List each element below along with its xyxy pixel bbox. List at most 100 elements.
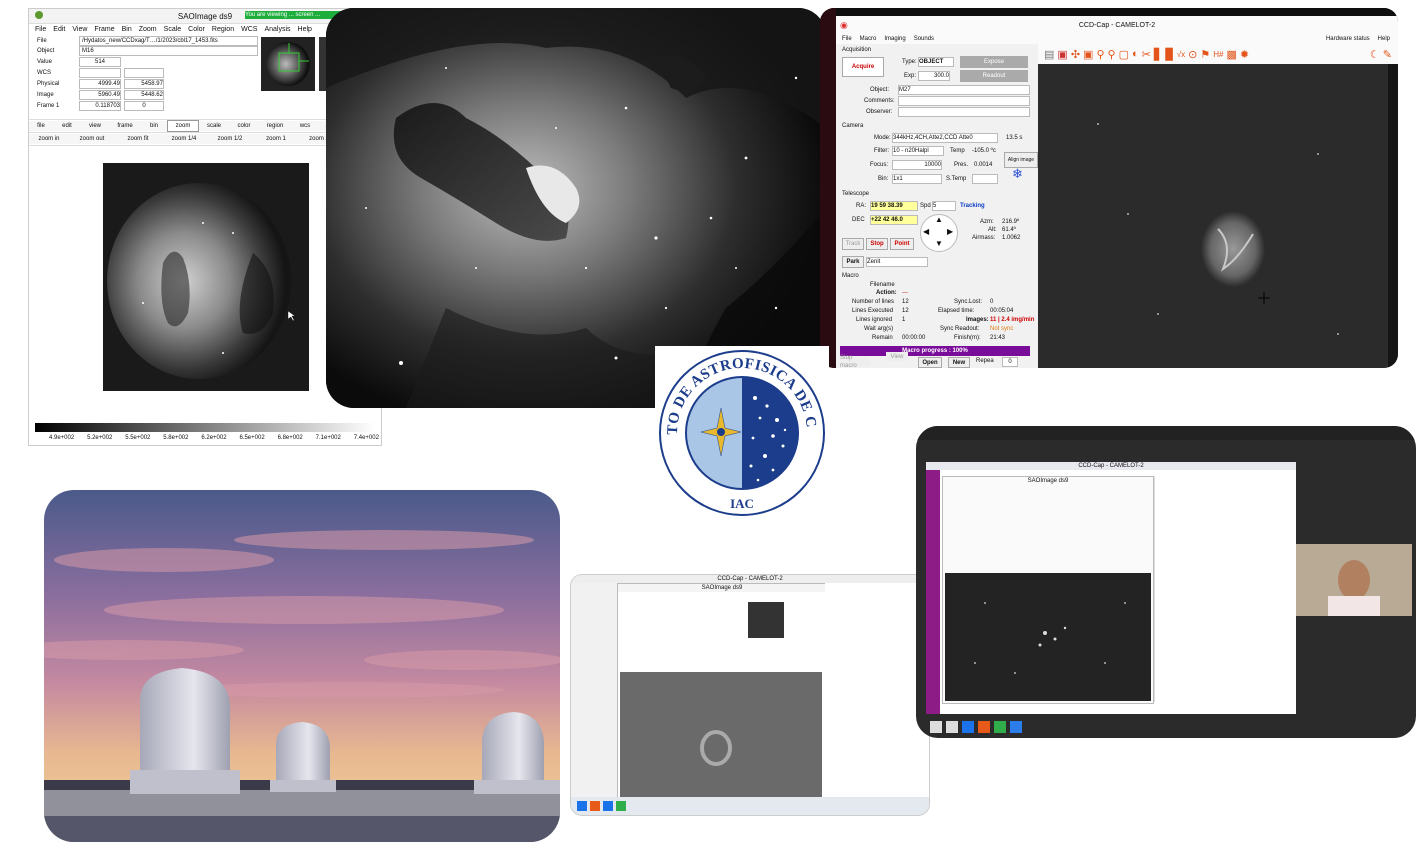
- video-ds9-image[interactable]: [945, 573, 1151, 701]
- btn-bin[interactable]: bin: [141, 121, 167, 131]
- open-icon[interactable]: ▤: [1044, 48, 1054, 61]
- comments-field[interactable]: [898, 96, 1030, 106]
- snowflake-icon[interactable]: ❄: [1012, 167, 1023, 180]
- stop-macro-button[interactable]: Stop macro: [840, 355, 870, 368]
- menu-analysis[interactable]: Analysis: [264, 25, 290, 34]
- menu-bin[interactable]: Bin: [122, 25, 132, 34]
- btn-frame[interactable]: frame: [109, 121, 141, 131]
- pencil-icon[interactable]: ✎: [1383, 48, 1392, 61]
- crosshair-icon[interactable]: ✣: [1071, 48, 1080, 61]
- stop-button[interactable]: Stop: [866, 238, 888, 250]
- direction-pad[interactable]: ▲ ▼ ◀ ▶: [920, 214, 958, 252]
- menu-imaging[interactable]: Imaging: [884, 35, 905, 43]
- save-icon[interactable]: ▣: [1057, 48, 1067, 61]
- repeat-field[interactable]: 0: [1002, 357, 1018, 367]
- menu-file[interactable]: File: [842, 35, 852, 43]
- dock-icon[interactable]: [962, 721, 974, 733]
- btn-zoom-in[interactable]: zoom in: [29, 134, 69, 144]
- expose-button[interactable]: Expose: [960, 56, 1028, 68]
- btn-zoom-1[interactable]: zoom 1: [253, 134, 299, 144]
- menu-macro[interactable]: Macro: [860, 35, 877, 43]
- menu-frame[interactable]: Frame: [94, 25, 114, 34]
- btn-edit[interactable]: edit: [53, 121, 81, 131]
- dec-field[interactable]: +22 42 46.0: [870, 215, 918, 225]
- stats-icon[interactable]: ▉: [1165, 48, 1173, 61]
- acquire-button[interactable]: Acquire: [842, 57, 884, 77]
- menu-edit[interactable]: Edit: [53, 25, 65, 34]
- focus-field[interactable]: 10000: [892, 160, 942, 170]
- object-field[interactable]: M27: [898, 85, 1030, 95]
- taskbar-app-icon[interactable]: [603, 801, 613, 811]
- arrow-right-icon[interactable]: ▶: [947, 228, 953, 236]
- spd-select[interactable]: 5: [932, 201, 956, 211]
- dock-icon[interactable]: [930, 721, 942, 733]
- header-icon[interactable]: H#: [1213, 50, 1223, 59]
- menu-hardware-status[interactable]: Hardware status: [1326, 35, 1370, 43]
- filter-select[interactable]: 10 - n20Halpl: [892, 146, 944, 156]
- menu-region[interactable]: Region: [212, 25, 234, 34]
- moon-icon[interactable]: ☾: [1370, 48, 1380, 61]
- readout-button[interactable]: Readout: [960, 70, 1028, 82]
- btn-color[interactable]: color: [229, 121, 259, 131]
- taskbar-app-icon[interactable]: [616, 801, 626, 811]
- fit-icon[interactable]: ▣: [1083, 48, 1093, 61]
- zenit-select[interactable]: Zenit: [866, 257, 928, 267]
- view-button[interactable]: View: [886, 352, 908, 361]
- mode-select[interactable]: 344kHz,4CH,Atte2,CCD Atte0: [892, 133, 998, 143]
- arrow-left-icon[interactable]: ◀: [923, 228, 929, 236]
- star-burst-icon[interactable]: ✹: [1240, 48, 1249, 61]
- arrow-up-icon[interactable]: ▲: [935, 216, 943, 224]
- region-icon[interactable]: ▢: [1119, 48, 1129, 61]
- ccd-image-view[interactable]: [1038, 64, 1388, 368]
- dock-icon[interactable]: [946, 721, 958, 733]
- menu-help[interactable]: Help: [1378, 35, 1390, 43]
- panner-thumbnail[interactable]: [261, 37, 315, 91]
- btn-zoom-half[interactable]: zoom 1/2: [207, 134, 253, 144]
- close-icon[interactable]: ◉: [840, 20, 848, 30]
- menu-sounds[interactable]: Sounds: [914, 35, 934, 43]
- btn-scale[interactable]: scale: [199, 121, 229, 131]
- ds9-image-frame[interactable]: [103, 163, 309, 391]
- menu-file[interactable]: File: [35, 25, 46, 34]
- dock-icon[interactable]: [994, 721, 1006, 733]
- stemp-field[interactable]: [972, 174, 998, 184]
- dock-icon[interactable]: [978, 721, 990, 733]
- bin-select[interactable]: 1x1: [892, 174, 942, 184]
- menu-color[interactable]: Color: [188, 25, 205, 34]
- cut-icon[interactable]: ✂: [1142, 48, 1151, 61]
- open-button[interactable]: Open: [918, 357, 942, 368]
- histogram-icon[interactable]: ▋: [1154, 48, 1162, 61]
- btn-zoom-out[interactable]: zoom out: [69, 134, 115, 144]
- btn-zoom[interactable]: zoom: [167, 120, 199, 132]
- btn-zoom-quarter[interactable]: zoom 1/4: [161, 134, 207, 144]
- btn-view[interactable]: view: [81, 121, 109, 131]
- menu-wcs[interactable]: WCS: [241, 25, 257, 34]
- btn-wcs[interactable]: wcs: [291, 121, 319, 131]
- menu-zoom[interactable]: Zoom: [139, 25, 157, 34]
- taskbar-app-icon[interactable]: [590, 801, 600, 811]
- menu-help[interactable]: Help: [298, 25, 312, 34]
- windows-icon[interactable]: [577, 801, 587, 811]
- btn-region[interactable]: region: [259, 121, 291, 131]
- contrast-icon[interactable]: ◐: [1132, 48, 1139, 60]
- point-button[interactable]: Point: [890, 238, 914, 250]
- target-icon[interactable]: ⊙: [1188, 48, 1197, 61]
- zoom-in-icon[interactable]: ⚲: [1096, 48, 1104, 61]
- small-ds9-image[interactable]: [620, 672, 822, 802]
- btn-zoom-fit[interactable]: zoom fit: [115, 134, 161, 144]
- observer-field[interactable]: [898, 107, 1030, 117]
- menu-view[interactable]: View: [72, 25, 87, 34]
- flag-icon[interactable]: ⚑: [1200, 48, 1210, 61]
- sqrt-icon[interactable]: √x: [1177, 50, 1185, 59]
- ra-field[interactable]: 19 59 38.39: [870, 201, 918, 211]
- menu-scale[interactable]: Scale: [164, 25, 182, 34]
- ccd-image-scrollbar[interactable]: [1388, 64, 1398, 368]
- btn-file[interactable]: file: [29, 121, 53, 131]
- mask-icon[interactable]: ▩: [1227, 48, 1237, 61]
- dock-icon[interactable]: [1010, 721, 1022, 733]
- track-button[interactable]: Track: [842, 238, 864, 250]
- exp-field[interactable]: 300.0: [918, 71, 950, 81]
- type-select[interactable]: OBJECT: [918, 57, 954, 67]
- park-button[interactable]: Park: [842, 256, 864, 268]
- arrow-down-icon[interactable]: ▼: [935, 240, 943, 248]
